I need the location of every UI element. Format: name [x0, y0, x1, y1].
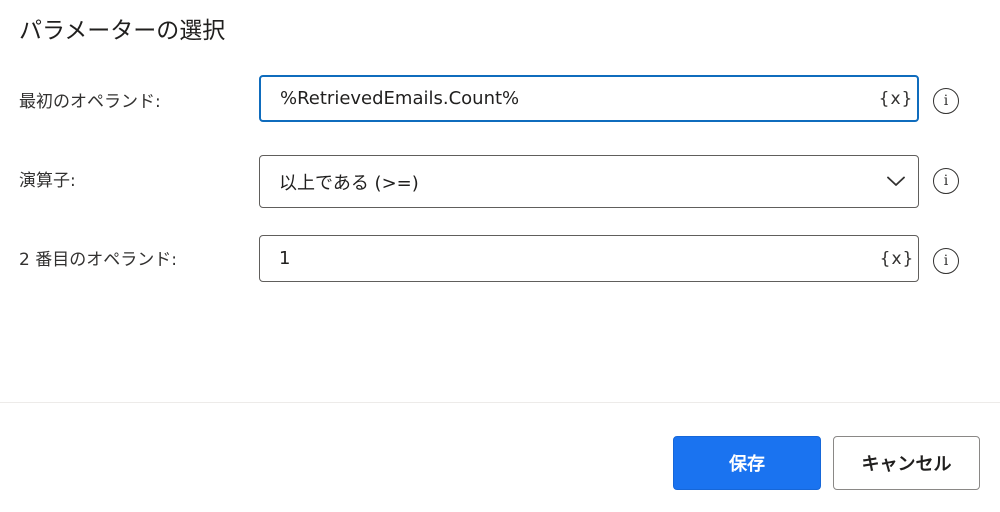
save-button[interactable]: 保存: [673, 436, 821, 490]
operator-dropdown[interactable]: 以上である (>=): [259, 155, 919, 208]
footer-divider: [0, 402, 1000, 403]
chevron-down-icon[interactable]: [874, 156, 918, 207]
first-operand-input[interactable]: %RetrievedEmails.Count% {x}: [259, 75, 919, 122]
info-icon[interactable]: i: [933, 168, 959, 194]
variable-icon[interactable]: {x}: [877, 89, 915, 109]
dialog-title: パラメーターの選択: [19, 18, 226, 44]
info-icon[interactable]: i: [933, 248, 959, 274]
operator-value: 以上である (>=): [279, 172, 419, 194]
first-operand-label: 最初のオペランド:: [19, 92, 161, 112]
variable-icon[interactable]: {x}: [878, 249, 916, 269]
second-operand-label: 2 番目のオペランド:: [19, 250, 177, 270]
info-icon[interactable]: i: [933, 88, 959, 114]
second-operand-input[interactable]: 1 {x}: [259, 235, 919, 282]
first-operand-value[interactable]: %RetrievedEmails.Count%: [261, 88, 877, 109]
operator-label: 演算子:: [19, 171, 76, 191]
second-operand-value[interactable]: 1: [260, 248, 878, 269]
cancel-button[interactable]: キャンセル: [833, 436, 980, 490]
